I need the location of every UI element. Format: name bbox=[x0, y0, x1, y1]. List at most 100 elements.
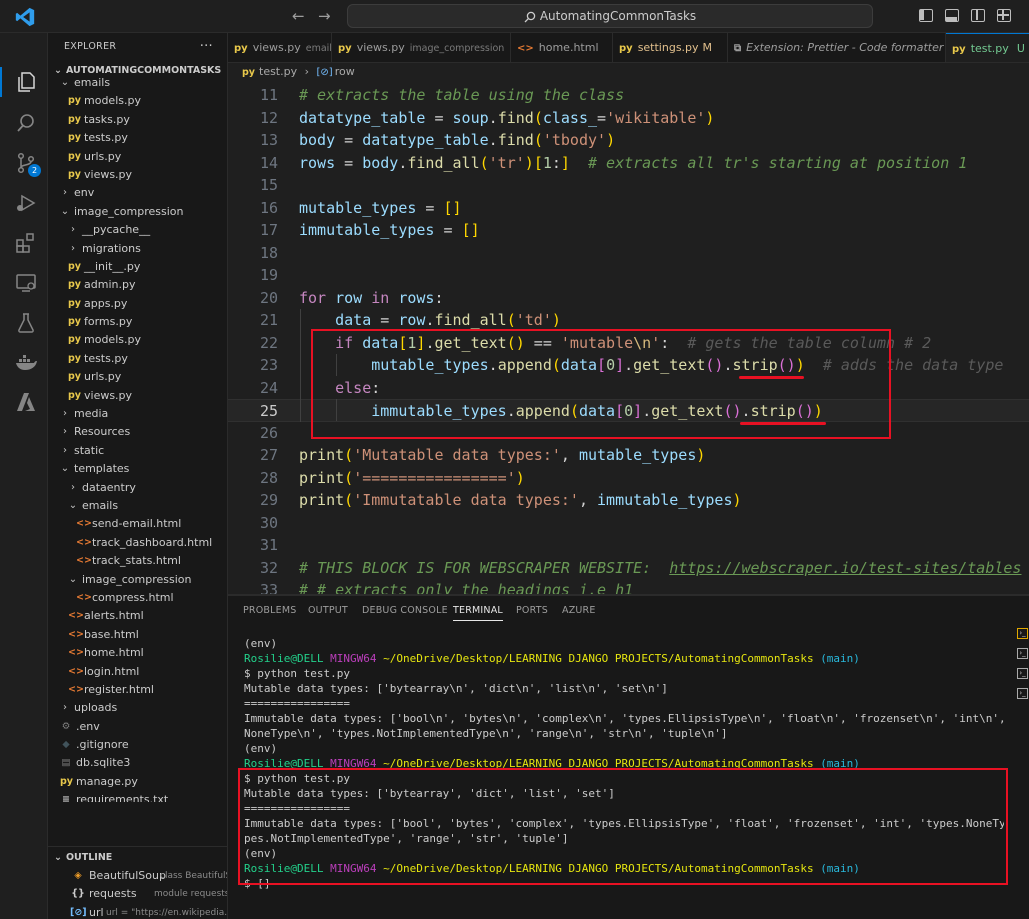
file-item[interactable]: ≡ requirements.txt bbox=[48, 791, 227, 802]
file-item[interactable]: py models.py bbox=[48, 331, 227, 349]
outline-header[interactable]: ⌄ OUTLINE bbox=[48, 847, 227, 867]
tab-output[interactable]: OUTPUT bbox=[308, 605, 348, 616]
code-editor[interactable]: 11 # extracts the table using the class 1… bbox=[228, 81, 1029, 595]
file-item[interactable]: <> login.html bbox=[48, 663, 227, 681]
editor-tab[interactable]: py views.py emails bbox=[228, 33, 332, 62]
code-line: 16 mutable_types = [] bbox=[228, 197, 1029, 220]
terminal-instance-icon[interactable]: ›_ bbox=[1017, 648, 1028, 659]
env-file-icon: ⚙ bbox=[61, 720, 71, 732]
file-item[interactable]: py views.py bbox=[48, 166, 227, 184]
file-item[interactable]: py forms.py bbox=[48, 313, 227, 331]
file-item[interactable]: ▤ db.sqlite3 bbox=[48, 754, 227, 772]
file-item[interactable]: <> track_stats.html bbox=[48, 552, 227, 570]
folder-item[interactable]: › media bbox=[48, 405, 227, 423]
file-item[interactable]: py models.py bbox=[48, 92, 227, 110]
more-actions-icon[interactable]: ··· bbox=[200, 33, 213, 61]
file-item[interactable]: py tests.py bbox=[48, 350, 227, 368]
editor-tab[interactable]: <> home.html bbox=[511, 33, 613, 62]
breadcrumb-symbol[interactable]: row bbox=[335, 65, 355, 78]
file-item[interactable]: ⚙ .env bbox=[48, 718, 227, 736]
search-icon[interactable] bbox=[14, 111, 38, 135]
file-item[interactable]: <> track_dashboard.html bbox=[48, 534, 227, 552]
file-item[interactable]: py admin.py bbox=[48, 276, 227, 294]
customize-layout-icon[interactable] bbox=[997, 9, 1011, 22]
python-file-icon: py bbox=[68, 168, 81, 180]
file-item[interactable]: <> send-email.html bbox=[48, 515, 227, 533]
tab-problems[interactable]: PROBLEMS bbox=[243, 605, 296, 616]
file-item[interactable]: py tasks.py bbox=[48, 111, 227, 129]
file-item[interactable]: py tests.py bbox=[48, 129, 227, 147]
tree-item-label: templates bbox=[74, 462, 130, 476]
toggle-panel-icon[interactable] bbox=[945, 9, 959, 22]
outline-item[interactable]: [⊘]urlurl = "https://en.wikipedia.org bbox=[48, 904, 228, 919]
folder-item[interactable]: ⌄ image_compression bbox=[48, 571, 227, 589]
folder-item[interactable]: › migrations bbox=[48, 240, 227, 258]
remote-explorer-icon[interactable] bbox=[14, 271, 38, 295]
file-item[interactable]: <> alerts.html bbox=[48, 607, 227, 625]
command-center-search[interactable]: AutomatingCommonTasks bbox=[347, 4, 873, 28]
file-item[interactable]: py urls.py bbox=[48, 148, 227, 166]
tab-azure[interactable]: AZURE bbox=[562, 605, 596, 616]
folder-item[interactable]: › static bbox=[48, 442, 227, 460]
file-item[interactable]: <> base.html bbox=[48, 626, 227, 644]
outline-item[interactable]: ◈ BeautifulSoupclass BeautifulSoup bbox=[48, 867, 227, 885]
tab-debug-console[interactable]: DEBUG CONSOLE bbox=[362, 605, 448, 616]
explorer-icon[interactable] bbox=[14, 70, 38, 94]
vscode-logo-icon[interactable] bbox=[14, 6, 36, 28]
outline-item[interactable]: {} requests module requests bbox=[48, 885, 227, 903]
terminal-prompt-line: Rosilie@DELL MINGW64 ~/OneDrive/Desktop/… bbox=[244, 757, 860, 770]
tab-ports[interactable]: PORTS bbox=[516, 605, 548, 616]
testing-icon[interactable] bbox=[14, 311, 38, 335]
file-item[interactable]: py urls.py bbox=[48, 368, 227, 386]
search-icon bbox=[524, 11, 536, 22]
terminal-instances: ›_ ›_ ›_ ›_ bbox=[1017, 628, 1029, 708]
line-number: 17 bbox=[259, 221, 278, 239]
outline-description: url = "https://en.wikipedia.org bbox=[106, 907, 228, 918]
explorer-header: EXPLORER ··· bbox=[48, 33, 227, 61]
file-item[interactable]: py apps.py bbox=[48, 295, 227, 313]
line-number: 23 bbox=[259, 356, 278, 374]
folder-item[interactable]: › env bbox=[48, 184, 227, 202]
tree-item-label: db.sqlite3 bbox=[76, 756, 131, 770]
folder-item[interactable]: ⌄ templates bbox=[48, 460, 227, 478]
code-line: 20 for row in rows: bbox=[228, 287, 1029, 310]
file-item[interactable]: ◆ .gitignore bbox=[48, 736, 227, 754]
line-number: 13 bbox=[259, 131, 278, 149]
chevron-right-icon: › bbox=[71, 224, 75, 236]
file-item[interactable]: py views.py bbox=[48, 387, 227, 405]
folder-item[interactable]: › uploads bbox=[48, 699, 227, 717]
docker-icon[interactable] bbox=[14, 351, 38, 375]
terminal-instance-icon[interactable]: ›_ bbox=[1017, 668, 1028, 679]
editor-tab[interactable]: py views.py image_compression bbox=[332, 33, 511, 62]
editor-tab[interactable]: ⧉ Extension: Prettier - Code formatter bbox=[728, 33, 946, 62]
run-debug-icon[interactable] bbox=[14, 191, 38, 215]
editor-tab[interactable]: py test.py U bbox=[946, 33, 1029, 62]
folder-item[interactable]: ⌄ image_compression bbox=[48, 203, 227, 221]
file-item[interactable]: <> compress.html bbox=[48, 589, 227, 607]
file-item[interactable]: py __init__.py bbox=[48, 258, 227, 276]
terminal-output[interactable]: (env) Rosilie@DELL MINGW64 ~/OneDrive/De… bbox=[244, 636, 1004, 891]
file-item[interactable]: <> register.html bbox=[48, 681, 227, 699]
file-item[interactable]: <> home.html bbox=[48, 644, 227, 662]
forward-arrow-icon[interactable]: → bbox=[318, 7, 331, 25]
file-item[interactable]: py manage.py bbox=[48, 773, 227, 791]
folder-item[interactable]: › dataentry bbox=[48, 479, 227, 497]
editor-tab[interactable]: py settings.py M bbox=[613, 33, 728, 62]
terminal-instance-icon[interactable]: ›_ bbox=[1017, 628, 1028, 639]
extensions-icon[interactable] bbox=[14, 231, 38, 255]
breadcrumb-file[interactable]: test.py bbox=[259, 65, 297, 78]
folder-item[interactable]: ⌄ emails bbox=[48, 497, 227, 515]
folder-item[interactable]: › __pycache__ bbox=[48, 221, 227, 239]
terminal-line: (env) bbox=[244, 637, 278, 650]
back-arrow-icon[interactable]: ← bbox=[292, 7, 305, 25]
terminal-instance-icon[interactable]: ›_ bbox=[1017, 688, 1028, 699]
html-file-icon: <> bbox=[76, 591, 92, 603]
tree-item-label: models.py bbox=[84, 94, 141, 108]
toggle-secondary-sidebar-icon[interactable] bbox=[971, 9, 985, 22]
folder-item[interactable]: ⌄ emails bbox=[48, 74, 227, 92]
line-number: 11 bbox=[259, 86, 278, 104]
tab-terminal[interactable]: TERMINAL bbox=[453, 605, 503, 621]
toggle-primary-sidebar-icon[interactable] bbox=[919, 9, 933, 22]
folder-item[interactable]: › Resources bbox=[48, 423, 227, 441]
azure-icon[interactable] bbox=[14, 390, 38, 414]
